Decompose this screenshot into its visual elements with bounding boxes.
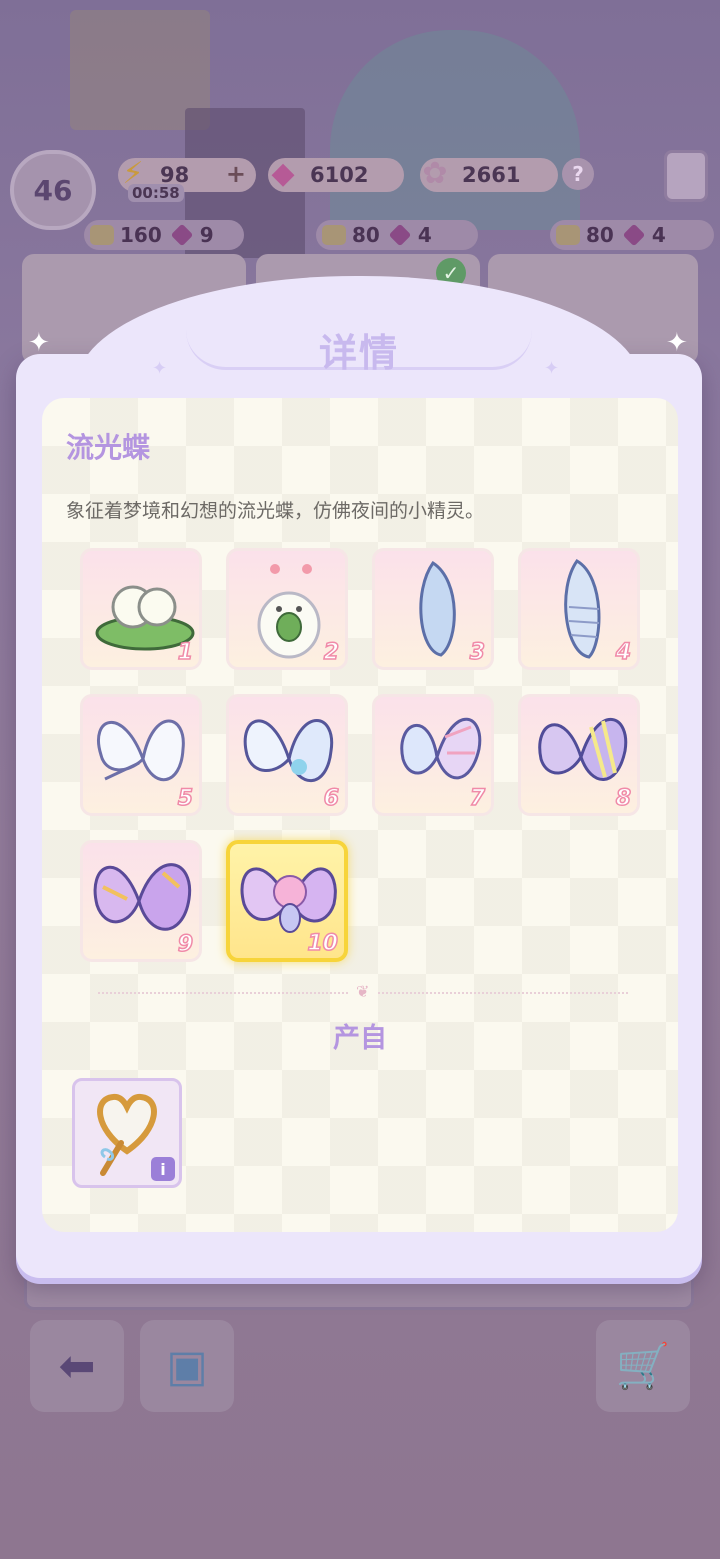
star-counter: ✿ 2661: [420, 156, 558, 192]
back-arrow-icon: ⬅: [58, 1340, 96, 1392]
coin-price: 80: [586, 223, 614, 247]
stage-number: 3: [469, 639, 486, 666]
gem-icon: [170, 223, 194, 247]
gem-icon: [388, 223, 412, 247]
add-energy-button[interactable]: +: [226, 160, 246, 188]
shop-slot-2-price: 80 4: [316, 220, 478, 250]
stage-card-8[interactable]: 8: [518, 694, 640, 816]
stage-number: 2: [323, 639, 340, 666]
coin-icon: [556, 225, 580, 245]
stage-number: 4: [615, 639, 632, 666]
player-level: 46: [33, 173, 73, 207]
help-button[interactable]: ?: [562, 158, 594, 190]
stage-number: 9: [177, 931, 194, 958]
sparkle-icon: ✦: [544, 358, 560, 379]
gem-counter: ◆ 6102: [268, 156, 404, 192]
stage-number: 8: [615, 785, 632, 812]
info-icon: i: [160, 1159, 166, 1179]
stage-card-9[interactable]: 9: [80, 840, 202, 962]
sparkle-icon: ✦: [666, 328, 688, 358]
resource-bar: 46 ⚡ 98 + ◆ 6102 ✿ 2661: [0, 140, 720, 230]
bow-icon: ❦: [348, 982, 378, 1001]
shop-slot-1-price: 160 9: [84, 220, 244, 250]
toolbox-icon: ▣: [166, 1340, 208, 1392]
energy-timer: 00:58: [128, 184, 184, 202]
stage-card-5[interactable]: 5: [80, 694, 202, 816]
help-label: ?: [572, 162, 584, 186]
stage-card-6[interactable]: 6: [226, 694, 348, 816]
star-value: 2661: [462, 163, 521, 187]
stage-number: 1: [177, 639, 194, 666]
stage-card-10[interactable]: 10: [226, 840, 348, 962]
toolbox-button[interactable]: ▣: [140, 1320, 234, 1412]
card-collection-button[interactable]: [664, 150, 708, 202]
stage-card-3[interactable]: 3: [372, 548, 494, 670]
back-button[interactable]: ⬅: [30, 1320, 124, 1412]
rainbow-star-icon: ✿: [422, 155, 448, 191]
stage-number: 6: [323, 785, 340, 812]
coin-icon: [90, 225, 114, 245]
info-button[interactable]: i: [151, 1157, 175, 1181]
coin-price: 80: [352, 223, 380, 247]
coin-icon: [322, 225, 346, 245]
stage-card-7[interactable]: 7: [372, 694, 494, 816]
pink-gem-icon: ◆: [271, 155, 295, 191]
stage-card-2[interactable]: 2: [226, 548, 348, 670]
stage-number: 5: [177, 785, 194, 812]
gem-price: 9: [199, 223, 214, 247]
item-description: 象征着梦境和幻想的流光蝶，仿佛夜间的小精灵。: [66, 500, 485, 522]
item-name: 流光蝶: [66, 431, 151, 464]
gem-icon: [622, 223, 646, 247]
sparkle-icon: ✦: [28, 328, 50, 358]
shopping-cart-icon: 🛒: [615, 1341, 671, 1392]
stage-card-4[interactable]: 4: [518, 548, 640, 670]
gem-price: 4: [417, 223, 432, 247]
gem-value: 6102: [310, 163, 369, 187]
evolution-stages: 1 2 3 4 5 6 7 8 9 10: [80, 548, 650, 968]
shop-slot-3-price: 80 4: [550, 220, 714, 250]
stage-card-1[interactable]: 1: [80, 548, 202, 670]
stage-number: 7: [469, 785, 486, 812]
cart-button[interactable]: 🛒: [596, 1320, 690, 1412]
stage-number: 10: [307, 930, 339, 957]
source-heading: 产自: [333, 1023, 387, 1054]
coin-price: 160: [120, 223, 162, 247]
details-content: 流光蝶 象征着梦境和幻想的流光蝶，仿佛夜间的小精灵。 1 2 3 4 5 6 7…: [42, 398, 678, 1232]
sparkle-icon: ✦: [152, 358, 168, 379]
details-modal: 详情 ✦ ✦ ✦ ✦ 流光蝶 象征着梦境和幻想的流光蝶，仿佛夜间的小精灵。 1: [16, 270, 702, 1278]
gem-price: 4: [651, 223, 666, 247]
source-item-butterfly-net[interactable]: i: [72, 1078, 182, 1188]
modal-title: 详情: [318, 331, 399, 375]
